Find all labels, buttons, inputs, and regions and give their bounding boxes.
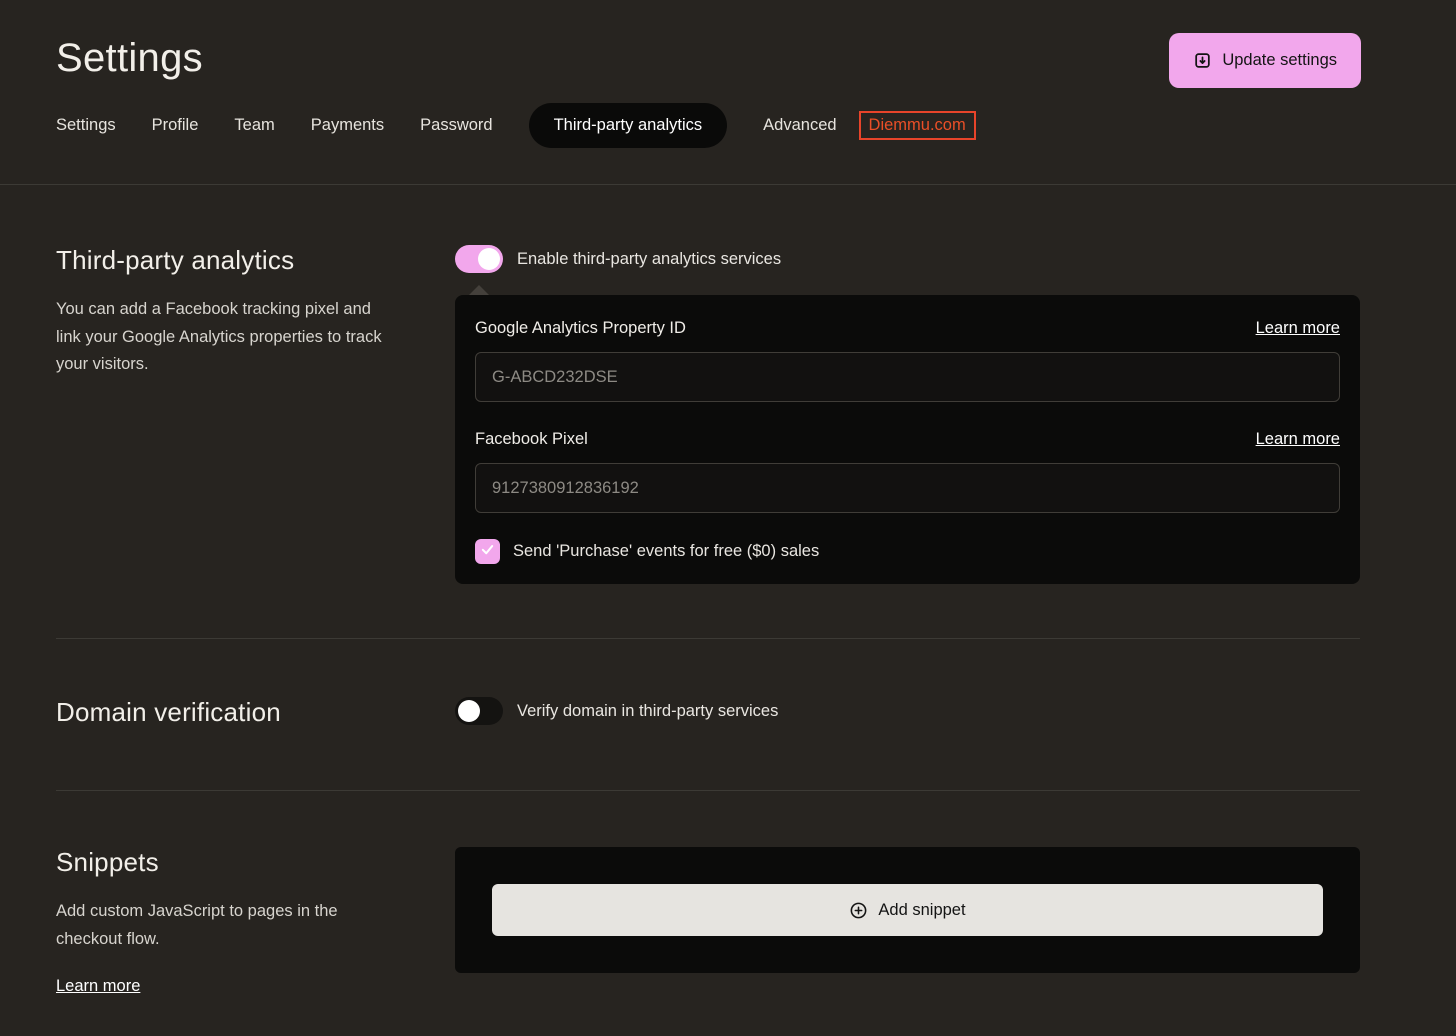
analytics-enable-toggle[interactable] <box>455 245 503 273</box>
google-analytics-label: Google Analytics Property ID <box>475 319 686 337</box>
tab-profile[interactable]: Profile <box>152 103 199 148</box>
add-snippet-button[interactable]: Add snippet <box>492 884 1323 936</box>
plus-circle-icon <box>849 901 868 920</box>
update-settings-label: Update settings <box>1222 51 1337 69</box>
domain-verify-toggle[interactable] <box>455 697 503 725</box>
analytics-toggle-row: Enable third-party analytics services <box>455 245 1360 273</box>
analytics-section-description: You can add a Facebook tracking pixel an… <box>56 300 382 374</box>
main-content: Third-party analytics You can add a Face… <box>0 185 1456 1036</box>
analytics-section-heading: Third-party analytics <box>56 245 295 275</box>
snippets-learn-more-link[interactable]: Learn more <box>56 977 140 996</box>
tab-third-party-analytics[interactable]: Third-party analytics <box>528 103 728 148</box>
header: Settings Update settings Settings Profil… <box>0 0 1456 185</box>
domain-toggle-row: Verify domain in third-party services <box>455 697 1360 725</box>
facebook-pixel-field-group: Facebook Pixel Learn more <box>475 430 1340 513</box>
snippets-panel: Add snippet <box>455 847 1360 973</box>
tab-bar: Settings Profile Team Payments Password … <box>56 103 1361 184</box>
section-third-party-analytics: Third-party analytics You can add a Face… <box>56 245 1360 638</box>
facebook-pixel-input[interactable] <box>475 463 1340 513</box>
snippets-section-heading: Snippets <box>56 847 159 877</box>
update-icon <box>1193 51 1212 70</box>
purchase-events-label: Send 'Purchase' events for free ($0) sal… <box>513 542 820 560</box>
tab-payments[interactable]: Payments <box>311 103 384 148</box>
domain-toggle-label: Verify domain in third-party services <box>517 701 779 720</box>
facebook-pixel-learn-more-link[interactable]: Learn more <box>1256 430 1340 449</box>
page-title: Settings <box>56 36 203 80</box>
toggle-knob <box>478 248 500 270</box>
add-snippet-label: Add snippet <box>878 900 966 919</box>
snippets-section-description: Add custom JavaScript to pages in the ch… <box>56 902 338 948</box>
update-settings-button[interactable]: Update settings <box>1169 33 1361 88</box>
tab-password[interactable]: Password <box>420 103 492 148</box>
tab-diemmu-domain[interactable]: Diemmu.com <box>858 111 976 140</box>
google-analytics-input[interactable] <box>475 352 1340 402</box>
purchase-events-checkbox[interactable] <box>475 539 500 564</box>
tab-advanced[interactable]: Advanced <box>763 103 836 148</box>
section-snippets: Snippets Add custom JavaScript to pages … <box>56 791 1360 996</box>
section-domain-verification: Domain verification Verify domain in thi… <box>56 639 1360 790</box>
purchase-events-check-row: Send 'Purchase' events for free ($0) sal… <box>475 539 1340 566</box>
tab-settings[interactable]: Settings <box>56 103 116 148</box>
domain-section-heading: Domain verification <box>56 697 281 727</box>
analytics-toggle-label: Enable third-party analytics services <box>517 249 782 268</box>
google-analytics-field-group: Google Analytics Property ID Learn more <box>475 319 1340 402</box>
facebook-pixel-label: Facebook Pixel <box>475 430 588 448</box>
tab-team[interactable]: Team <box>234 103 274 148</box>
panel-arrow-icon <box>469 285 489 295</box>
analytics-panel: Google Analytics Property ID Learn more … <box>455 285 1360 584</box>
checkmark-icon <box>480 542 495 562</box>
toggle-knob <box>458 700 480 722</box>
google-analytics-learn-more-link[interactable]: Learn more <box>1256 319 1340 338</box>
